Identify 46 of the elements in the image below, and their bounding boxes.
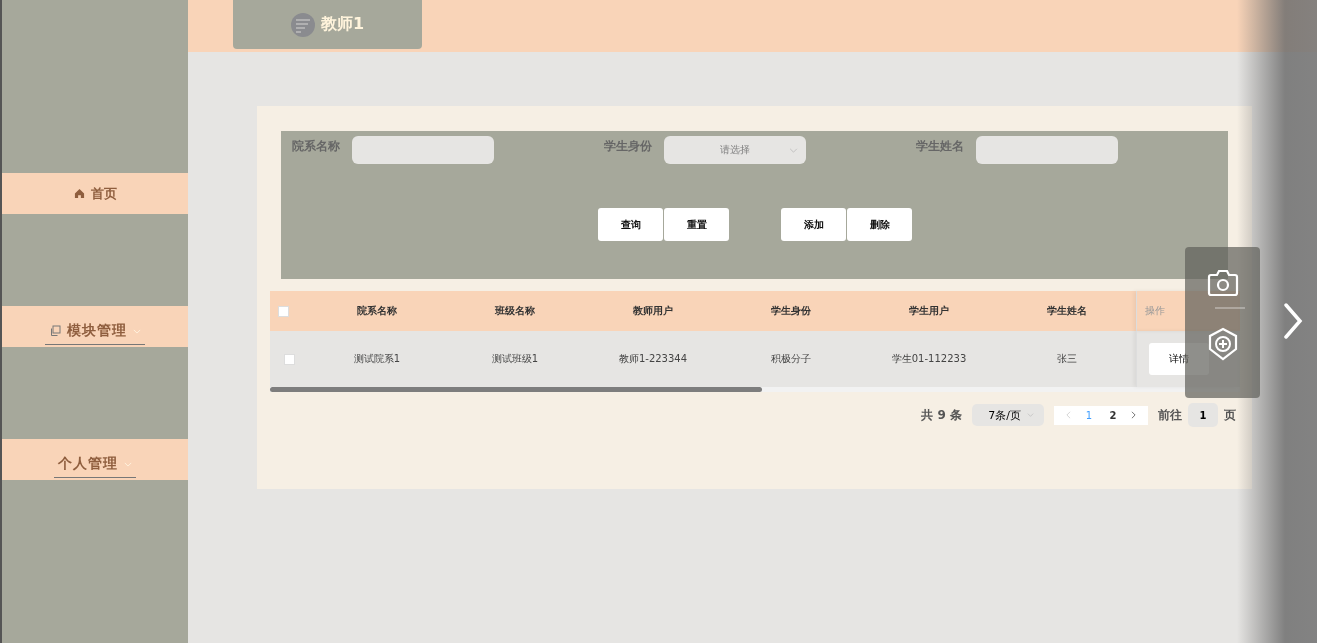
- page-suffix: 页: [1224, 406, 1236, 424]
- previous-page-icon[interactable]: [1066, 411, 1071, 419]
- table-cell: 积极分子: [771, 353, 811, 364]
- field-label: 院系名称: [292, 138, 340, 155]
- table-cell: 测试班级1: [491, 353, 539, 364]
- page-number[interactable]: 2: [1101, 409, 1125, 421]
- sidebar-item[interactable]: 个人管理: [2, 439, 188, 480]
- column-header: 院系名称: [357, 305, 397, 316]
- sidebar-item[interactable]: 首页: [2, 173, 188, 214]
- home-icon: [73, 188, 85, 199]
- input-field[interactable]: [352, 136, 494, 164]
- column-header: 教师用户: [633, 305, 673, 316]
- goto-label: 前往: [1158, 406, 1182, 424]
- table-cell: 张三: [1057, 353, 1077, 364]
- page-size-select[interactable]: 7条/页: [972, 404, 1044, 426]
- action-button[interactable]: 删除: [847, 208, 912, 241]
- chevron-right-icon[interactable]: [1283, 303, 1303, 339]
- column-header: 学生用户: [909, 305, 949, 316]
- table-cell: 测试院系1: [353, 353, 401, 364]
- column-header: 班级名称: [495, 305, 535, 316]
- chevron-down-icon: [789, 147, 798, 153]
- column-header: 学生姓名: [1047, 305, 1087, 316]
- action-button[interactable]: 查询: [598, 208, 663, 241]
- scrollbar-thumb[interactable]: [270, 387, 762, 392]
- action-button[interactable]: 重置: [664, 208, 729, 241]
- column-header: 操作: [1145, 304, 1165, 318]
- field-label: 学生姓名: [916, 138, 964, 155]
- sidebar-item[interactable]: 模块管理: [2, 306, 188, 347]
- list-icon: [291, 12, 315, 37]
- caret-icon: [133, 328, 141, 334]
- checkbox[interactable]: [278, 305, 289, 317]
- field-label: 学生身份: [604, 138, 652, 155]
- user-title: 教师1: [321, 14, 365, 35]
- table-cell: 学生01-112233: [891, 353, 967, 364]
- caret-icon: [124, 461, 132, 467]
- next-page-icon[interactable]: [1131, 411, 1136, 419]
- checkbox[interactable]: [284, 353, 295, 365]
- column-header: 学生身份: [771, 305, 811, 316]
- copy-icon: [49, 325, 61, 337]
- table-cell: 教师1-223344: [618, 353, 688, 364]
- shield-plus-icon[interactable]: [1206, 327, 1239, 361]
- camera-icon[interactable]: [1206, 269, 1239, 297]
- input-field[interactable]: [976, 136, 1118, 164]
- action-button[interactable]: 添加: [781, 208, 846, 241]
- page-input[interactable]: 1: [1188, 403, 1218, 427]
- total-count: 共 9 条: [921, 406, 962, 424]
